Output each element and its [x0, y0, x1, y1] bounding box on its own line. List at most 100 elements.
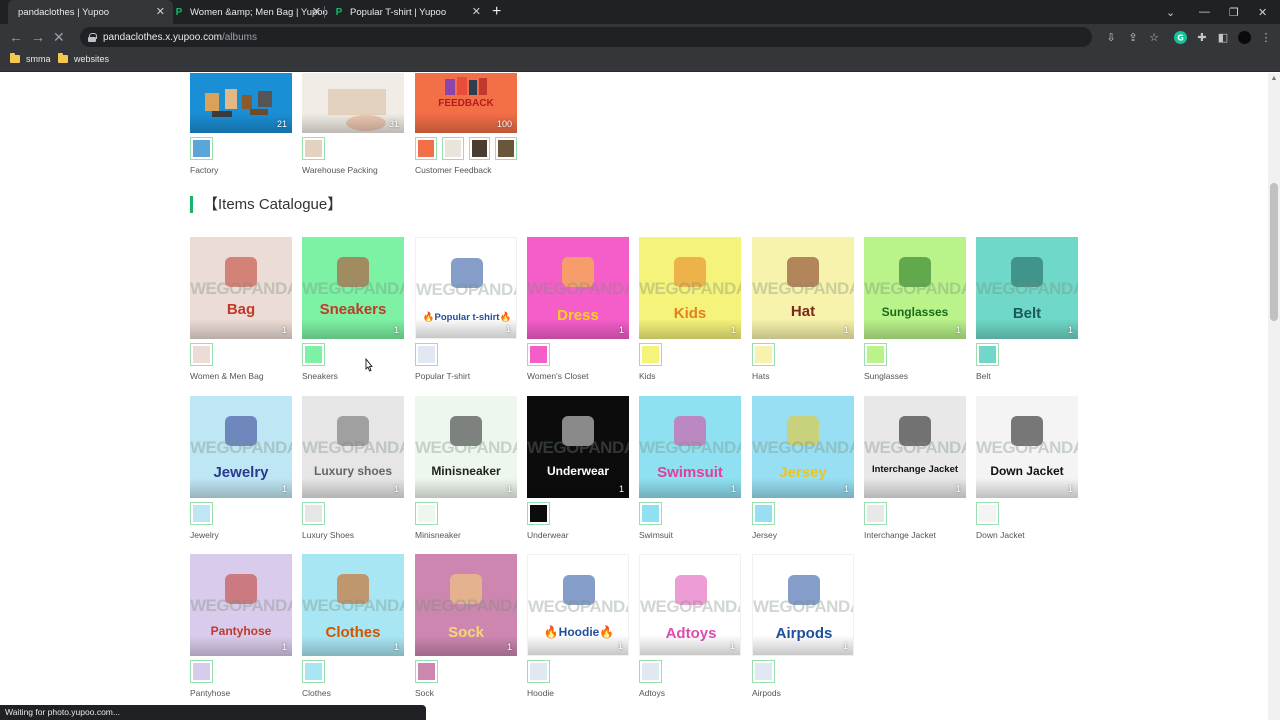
album-warehouse-packing[interactable]: 31 Warehouse Packing [302, 73, 404, 175]
album-cover[interactable]: WEGOPANDA Down Jacket 1 [976, 396, 1078, 498]
album-factory[interactable]: 21 Factory [190, 73, 292, 175]
album-cover[interactable]: WEGOPANDA Underwear 1 [527, 396, 629, 498]
thumbnail[interactable] [864, 343, 887, 366]
thumbnail[interactable] [190, 660, 213, 683]
thumbnail[interactable] [864, 502, 887, 525]
thumbnail[interactable] [752, 502, 775, 525]
album-name[interactable]: Customer Feedback [415, 165, 517, 175]
address-bar[interactable]: pandaclothes.x.yupoo.com/albums [80, 27, 1092, 47]
album-cover[interactable]: WEGOPANDA Luxury shoes 1 [302, 396, 404, 498]
album-swimsuit[interactable]: WEGOPANDA Swimsuit 1 Swimsuit [639, 396, 741, 540]
grammarly-extension-icon[interactable]: G [1173, 30, 1187, 44]
album-popular-t-shirt[interactable]: WEGOPANDA🔥Popular t-shirt🔥1 Popular T-shi… [415, 237, 517, 381]
album-airpods[interactable]: WEGOPANDA Airpods 1 Airpods [752, 554, 854, 698]
album-name[interactable]: Women's Closet [527, 371, 629, 381]
album-cover[interactable]: WEGOPANDA Adtoys 1 [639, 554, 741, 656]
album-down-jacket[interactable]: WEGOPANDA Down Jacket 1 Down Jacket [976, 396, 1078, 540]
install-app-icon[interactable]: ⇩ [1104, 30, 1118, 44]
thumbnail[interactable] [415, 343, 438, 366]
thumbnail[interactable] [302, 343, 325, 366]
album-name[interactable]: Adtoys [639, 688, 741, 698]
album-name[interactable]: Popular T-shirt [415, 371, 517, 381]
scroll-up-icon[interactable]: ▲ [1270, 75, 1278, 83]
thumbnail[interactable] [190, 343, 213, 366]
album-belt[interactable]: WEGOPANDA Belt 1 Belt [976, 237, 1078, 381]
album-cover[interactable]: WEGOPANDA Hat 1 [752, 237, 854, 339]
close-icon[interactable]: ✕ [472, 5, 481, 18]
tab-women-men-bag[interactable]: P Women &amp; Men Bag | Yupoo ✕ [164, 0, 329, 24]
album-hats[interactable]: WEGOPANDA Hat 1 Hats [752, 237, 854, 381]
thumbnail[interactable] [976, 502, 999, 525]
menu-kebab-icon[interactable]: ⋮ [1259, 30, 1273, 44]
album-sunglasses[interactable]: WEGOPANDA Sunglasses 1 Sunglasses [864, 237, 966, 381]
album-adtoys[interactable]: WEGOPANDA Adtoys 1 Adtoys [639, 554, 741, 698]
forward-arrow-icon[interactable]: → [31, 28, 45, 46]
bookmark-websites[interactable]: websites [58, 53, 109, 64]
thumbnail[interactable] [302, 660, 325, 683]
album-name[interactable]: Factory [190, 165, 292, 175]
album-cover[interactable]: WEGOPANDA Belt 1 [976, 237, 1078, 339]
page-scrollbar[interactable]: ▲ [1268, 73, 1280, 720]
album-name[interactable]: Hoodie [527, 688, 629, 698]
album-name[interactable]: Swimsuit [639, 530, 741, 540]
album-name[interactable]: Airpods [752, 688, 854, 698]
thumbnail[interactable] [639, 343, 662, 366]
close-icon[interactable]: ✕ [312, 5, 321, 18]
album-cover[interactable]: 31 [302, 73, 404, 133]
album-cover[interactable]: WEGOPANDA Minisneaker 1 [415, 396, 517, 498]
thumbnail[interactable] [302, 502, 325, 525]
thumbnail[interactable] [976, 343, 999, 366]
window-close-icon[interactable]: ✕ [1258, 0, 1267, 24]
album-minisneaker[interactable]: WEGOPANDA Minisneaker 1 Minisneaker [415, 396, 517, 540]
album-cover[interactable]: FEEDBACK 100 [415, 73, 517, 133]
album-name[interactable]: Jersey [752, 530, 854, 540]
album-cover[interactable]: 21 [190, 73, 292, 133]
back-arrow-icon[interactable]: ← [9, 28, 23, 46]
bookmark-smma[interactable]: smma [10, 53, 51, 64]
album-cover[interactable]: WEGOPANDA Kids 1 [639, 237, 741, 339]
album-name[interactable]: Jewelry [190, 530, 292, 540]
album-cover[interactable]: WEGOPANDA Dress 1 [527, 237, 629, 339]
thumbnail[interactable] [468, 137, 491, 160]
thumbnail[interactable] [639, 502, 662, 525]
album-kids[interactable]: WEGOPANDA Kids 1 Kids [639, 237, 741, 381]
album-name[interactable]: Women & Men Bag [190, 371, 292, 381]
album-cover[interactable]: WEGOPANDA Clothes 1 [302, 554, 404, 656]
album-women-s-closet[interactable]: WEGOPANDA Dress 1 Women's Closet [527, 237, 629, 381]
album-name[interactable]: Clothes [302, 688, 404, 698]
album-name[interactable]: Hats [752, 371, 854, 381]
album-name[interactable]: Sunglasses [864, 371, 966, 381]
profile-avatar-icon[interactable] [1237, 30, 1251, 44]
album-cover[interactable]: WEGOPANDA 🔥Hoodie🔥 1 [527, 554, 629, 656]
thumbnail[interactable] [527, 343, 550, 366]
thumbnail[interactable] [752, 343, 775, 366]
album-name[interactable]: Luxury Shoes [302, 530, 404, 540]
album-sock[interactable]: WEGOPANDA Sock 1 Sock [415, 554, 517, 698]
album-jewelry[interactable]: WEGOPANDA Jewelry 1 Jewelry [190, 396, 292, 540]
tab-popular-tshirt[interactable]: P Popular T-shirt | Yupoo ✕ [324, 0, 489, 24]
album-name[interactable]: Down Jacket [976, 530, 1078, 540]
thumbnail[interactable] [415, 502, 438, 525]
restore-icon[interactable]: ❐ [1229, 0, 1239, 24]
chevron-down-icon[interactable]: ⌄ [1166, 0, 1175, 24]
star-bookmark-icon[interactable]: ☆ [1147, 30, 1161, 44]
album-jersey[interactable]: WEGOPANDA Jersey 1 Jersey [752, 396, 854, 540]
thumbnail[interactable] [190, 502, 213, 525]
thumbnail[interactable] [527, 660, 550, 683]
side-panel-icon[interactable]: ◧ [1216, 30, 1230, 44]
album-name[interactable]: Kids [639, 371, 741, 381]
tab-pandaclothes[interactable]: pandaclothes | Yupoo ✕ [8, 0, 173, 24]
thumbnail[interactable] [495, 137, 517, 160]
album-cover[interactable]: WEGOPANDA Bag 1 [190, 237, 292, 339]
share-icon[interactable]: ⇪ [1126, 30, 1140, 44]
album-cover[interactable]: WEGOPANDA🔥Popular t-shirt🔥1 [415, 237, 517, 339]
album-name[interactable]: Sneakers [302, 371, 404, 381]
album-name[interactable]: Belt [976, 371, 1078, 381]
album-cover[interactable]: WEGOPANDA Jersey 1 [752, 396, 854, 498]
album-cover[interactable]: WEGOPANDA Sock 1 [415, 554, 517, 656]
extensions-puzzle-icon[interactable]: ✚ [1195, 30, 1209, 44]
album-pantyhose[interactable]: WEGOPANDA Pantyhose 1 Pantyhose [190, 554, 292, 698]
album-luxury-shoes[interactable]: WEGOPANDA Luxury shoes 1 Luxury Shoes [302, 396, 404, 540]
album-name[interactable]: Warehouse Packing [302, 165, 404, 175]
album-cover[interactable]: WEGOPANDA Interchange Jacket 1 [864, 396, 966, 498]
